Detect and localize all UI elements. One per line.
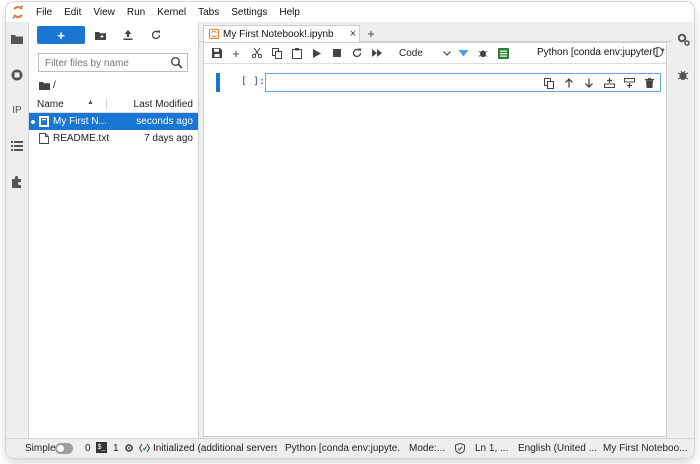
status-bar: Simple 0 $_ 1 Initialized (additional se… bbox=[6, 438, 694, 458]
debugger-bug-icon[interactable] bbox=[675, 67, 691, 83]
tab-notebook[interactable]: My First Notebook!.ipynb × bbox=[203, 25, 360, 42]
cut-icon[interactable] bbox=[250, 46, 264, 60]
debugger-icon[interactable] bbox=[476, 46, 490, 60]
menu-view[interactable]: View bbox=[87, 7, 121, 18]
main-dock-area: My First Notebook!.ipynb × + + Code Pyth… bbox=[199, 22, 672, 438]
tab-label: My First Notebook!.ipynb bbox=[223, 28, 334, 40]
search-icon bbox=[171, 57, 183, 69]
simple-mode-toggle[interactable] bbox=[55, 443, 73, 454]
kernel-status-icon bbox=[653, 47, 663, 57]
file-modified: 7 days ago bbox=[144, 133, 193, 144]
kernel-count[interactable]: 1 bbox=[113, 443, 119, 454]
chevron-down-icon bbox=[443, 50, 451, 56]
document-name-status[interactable]: My First Noteboo... bbox=[603, 443, 691, 454]
table-of-contents-icon[interactable] bbox=[9, 138, 25, 154]
menu-file[interactable]: File bbox=[30, 7, 58, 18]
close-tab-icon[interactable]: × bbox=[347, 28, 359, 40]
add-tab-button[interactable]: + bbox=[364, 26, 378, 41]
trusted-icon[interactable] bbox=[456, 46, 470, 60]
new-folder-icon[interactable] bbox=[92, 27, 108, 43]
move-cell-up-icon[interactable] bbox=[562, 76, 576, 90]
settings-gears-icon[interactable] bbox=[675, 31, 691, 47]
language-status[interactable]: English (United ... bbox=[518, 443, 597, 454]
file-modified: seconds ago bbox=[136, 116, 193, 127]
file-row-notebook[interactable]: My First N... seconds ago bbox=[29, 113, 198, 130]
lsp-status-icon[interactable] bbox=[139, 443, 150, 456]
file-browser: + / Name ▲ Last Modified bbox=[29, 22, 199, 438]
filter-files-field bbox=[38, 53, 188, 72]
menu-bar: File Edit View Run Kernel Tabs Settings … bbox=[6, 2, 694, 22]
file-list-header: Name ▲ Last Modified bbox=[29, 96, 198, 113]
mode-status[interactable]: Mode:... bbox=[409, 443, 445, 454]
restart-kernel-icon[interactable] bbox=[350, 46, 364, 60]
cell-prompt: [ ]: bbox=[241, 76, 266, 87]
jupyter-logo-icon bbox=[6, 2, 30, 22]
menu-tabs[interactable]: Tabs bbox=[192, 7, 225, 18]
move-cell-down-icon[interactable] bbox=[582, 76, 596, 90]
extension-manager-icon[interactable] bbox=[9, 174, 25, 190]
folder-icon[interactable] bbox=[39, 81, 50, 90]
cell-type-dropdown[interactable]: Code bbox=[399, 46, 451, 60]
file-browser-toolbar: + bbox=[29, 26, 198, 48]
insert-cell-icon[interactable]: + bbox=[229, 46, 243, 61]
column-header-modified[interactable]: Last Modified bbox=[134, 99, 193, 110]
new-launcher-button[interactable]: + bbox=[37, 26, 85, 44]
notebook-panel: + Code Python [conda env:jupyter!] * []… bbox=[203, 42, 667, 437]
kernel-name[interactable]: Python [conda env:jupyter!] * bbox=[537, 47, 665, 58]
menu-edit[interactable]: Edit bbox=[58, 7, 87, 18]
kernel-status-text[interactable]: Python [conda env:jupyte... bbox=[285, 443, 401, 454]
column-header-name[interactable]: Name bbox=[37, 99, 64, 110]
file-name: README.txt bbox=[53, 133, 110, 144]
cell-type-value: Code bbox=[399, 47, 423, 59]
right-sidebar bbox=[671, 22, 694, 438]
simple-mode-label: Simple bbox=[25, 443, 56, 454]
running-sessions-icon[interactable] bbox=[9, 67, 25, 83]
notebook-file-icon bbox=[39, 116, 49, 127]
breadcrumb: / bbox=[39, 78, 56, 92]
kernel-settings-icon[interactable] bbox=[124, 443, 134, 456]
menu-run[interactable]: Run bbox=[121, 7, 151, 18]
document-tab-bar: My First Notebook!.ipynb × + bbox=[199, 22, 672, 42]
folder-icon[interactable] bbox=[9, 31, 25, 47]
column-divider[interactable] bbox=[106, 98, 107, 110]
jupyterlab-window: File Edit View Run Kernel Tabs Settings … bbox=[6, 2, 694, 458]
cursor-position[interactable]: Ln 1, ... bbox=[475, 443, 508, 454]
notebook-tab-icon bbox=[209, 29, 219, 39]
left-sidebar: IP bbox=[6, 22, 29, 438]
delete-cell-icon[interactable] bbox=[642, 76, 656, 90]
save-icon[interactable] bbox=[210, 46, 224, 60]
menu-kernel[interactable]: Kernel bbox=[151, 7, 192, 18]
restart-run-all-icon[interactable] bbox=[370, 46, 384, 60]
terminal-count[interactable]: 0 bbox=[85, 443, 91, 454]
refresh-icon[interactable] bbox=[148, 27, 164, 43]
active-cell-indicator[interactable] bbox=[216, 73, 220, 92]
lsp-status-text[interactable]: Initialized (additional servers n bbox=[153, 443, 277, 454]
insert-cell-below-icon[interactable] bbox=[622, 76, 636, 90]
terminal-icon[interactable]: $_ bbox=[96, 442, 107, 453]
filter-files-input[interactable] bbox=[43, 55, 173, 72]
sort-ascending-icon: ▲ bbox=[87, 99, 94, 106]
interrupt-kernel-icon[interactable] bbox=[330, 46, 344, 60]
running-indicator-icon bbox=[31, 120, 35, 124]
menu-settings[interactable]: Settings bbox=[225, 7, 273, 18]
file-name: My First N... bbox=[53, 116, 107, 127]
breadcrumb-root[interactable]: / bbox=[53, 80, 56, 91]
shield-icon[interactable] bbox=[455, 443, 465, 457]
file-row-readme[interactable]: README.txt 7 days ago bbox=[29, 130, 198, 147]
run-cell-icon[interactable] bbox=[310, 46, 324, 60]
upload-icon[interactable] bbox=[120, 27, 136, 43]
paste-icon[interactable] bbox=[290, 46, 304, 60]
property-inspector-icon[interactable]: IP bbox=[9, 102, 25, 118]
insert-cell-above-icon[interactable] bbox=[602, 76, 616, 90]
text-file-icon bbox=[39, 133, 49, 144]
menu-help[interactable]: Help bbox=[273, 7, 306, 18]
copy-icon[interactable] bbox=[270, 46, 284, 60]
code-cell-input[interactable] bbox=[265, 73, 661, 92]
duplicate-cell-icon[interactable] bbox=[542, 76, 556, 90]
notebook-toolbar: + Code Python [conda env:jupyter!] * bbox=[204, 43, 666, 64]
table-of-contents-icon[interactable] bbox=[496, 46, 510, 60]
